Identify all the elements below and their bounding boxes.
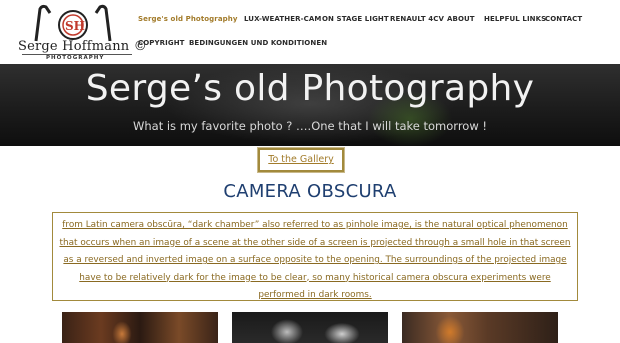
nav-item-old-photography[interactable]: Serge's old Photography xyxy=(138,15,238,23)
main-nav: Serge's old Photography Lux-Weather-Cam … xyxy=(132,0,620,64)
hero-title: Serge’s old Photography xyxy=(85,68,535,109)
section-title: CAMERA OBSCURA xyxy=(223,181,397,202)
logo-subtitle: Photography xyxy=(46,55,105,61)
nav-item-helpful-links[interactable]: Helpful Links xyxy=(484,15,546,23)
gallery-thumbnail-2[interactable] xyxy=(232,312,388,343)
hero-banner: Serge’s old Photography What is my favor… xyxy=(0,64,620,146)
logo-mark: SH xyxy=(65,19,85,33)
gallery-button[interactable]: To the Gallery xyxy=(257,147,345,173)
site-logo[interactable]: SH Serge Hoffmann © Photography xyxy=(14,3,147,61)
gallery-thumbnail-1[interactable] xyxy=(62,312,218,343)
camera-logo-icon: SH xyxy=(34,4,112,42)
site-header: SH Serge Hoffmann © Photography Serge's … xyxy=(0,0,620,64)
logo-name: Serge Hoffmann © xyxy=(18,39,147,54)
nav-item-bedingungen[interactable]: Bedingungen und Konditionen xyxy=(189,39,327,47)
nav-item-lux-weather-cam[interactable]: Lux-Weather-Cam xyxy=(244,15,321,23)
gallery-thumbnail-3[interactable] xyxy=(402,312,558,343)
description-link[interactable]: from Latin camera obscūra, “dark chamber… xyxy=(52,212,578,301)
nav-item-renault-4cv[interactable]: Renault 4CV xyxy=(390,15,444,23)
nav-item-contact[interactable]: Contact xyxy=(545,15,582,23)
nav-item-on-stage-light[interactable]: On Stage Light xyxy=(322,15,389,23)
hero-subtitle: What is my favorite photo ? ….One that I… xyxy=(132,119,488,133)
nav-item-about[interactable]: About xyxy=(447,15,475,23)
nav-item-copyright[interactable]: Copyright xyxy=(138,39,185,47)
